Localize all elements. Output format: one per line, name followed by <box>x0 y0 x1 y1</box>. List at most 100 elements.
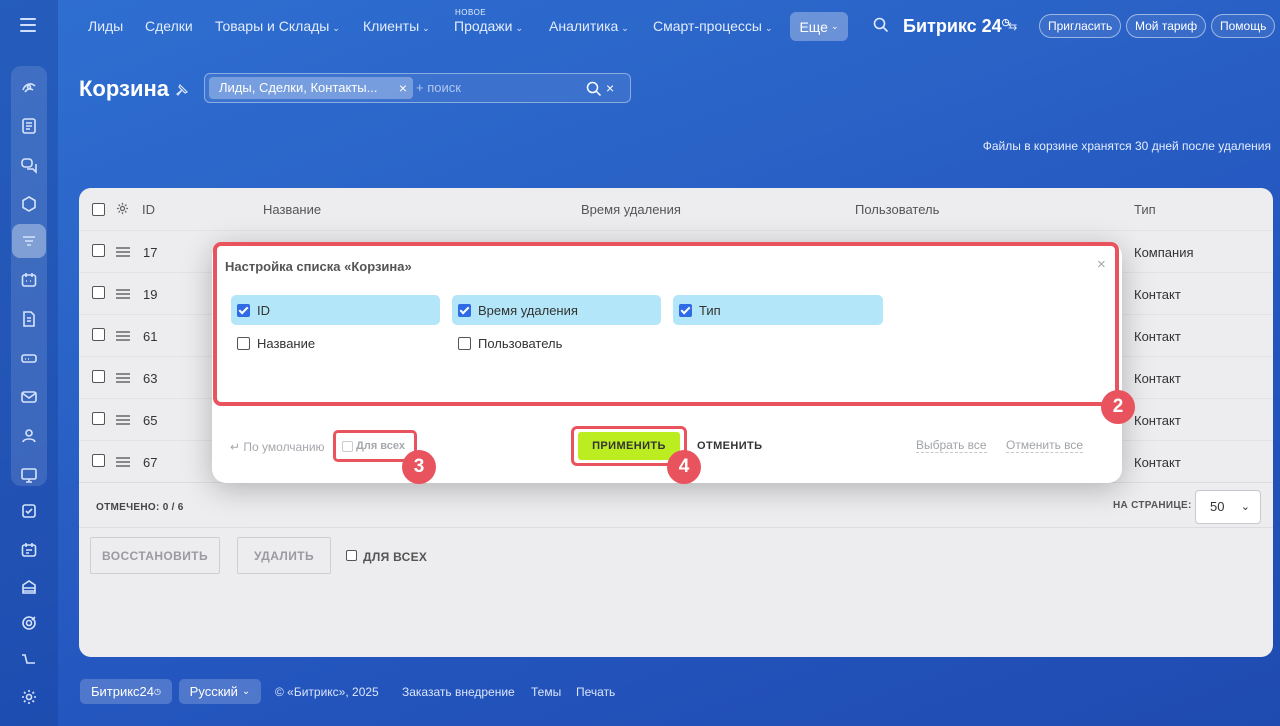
for-all-checkbox[interactable] <box>342 441 353 452</box>
search-icon[interactable] <box>586 81 602 97</box>
invite-button[interactable]: Пригласить <box>1039 14 1122 38</box>
language-select[interactable]: Русский ⌄ <box>179 679 261 704</box>
cube-icon[interactable] <box>12 187 46 221</box>
row-checkbox[interactable] <box>92 244 105 257</box>
storage-icon[interactable] <box>12 341 46 375</box>
row-checkbox[interactable] <box>92 328 105 341</box>
print-link[interactable]: Печать <box>576 685 615 699</box>
col-id[interactable]: ID <box>142 202 155 217</box>
tasks-icon[interactable] <box>12 494 46 528</box>
select-all-checkbox[interactable] <box>92 203 105 216</box>
row-checkbox[interactable] <box>92 454 105 467</box>
menu-icon[interactable] <box>20 18 36 32</box>
col-type[interactable]: Тип <box>1134 202 1156 217</box>
dialog-title: Настройка списка «Корзина» <box>225 259 412 274</box>
more-button[interactable]: Еще ⌄ <box>790 12 848 41</box>
col-user[interactable]: Пользователь <box>855 202 939 217</box>
order-link[interactable]: Заказать внедрение <box>402 685 515 699</box>
row-type: Контакт <box>1134 329 1181 344</box>
row-type: Контакт <box>1134 371 1181 386</box>
reset-default-button[interactable]: ↵ По умолчанию <box>230 440 325 454</box>
option-deleted-time[interactable]: Время удаления <box>452 295 661 325</box>
option-name[interactable]: Название <box>231 328 440 358</box>
new-badge: НОВОЕ <box>455 8 487 17</box>
drag-handle-icon[interactable] <box>116 373 130 383</box>
option-checkbox[interactable] <box>458 337 471 350</box>
top-nav: Лиды Сделки Товары и Склады ⌄ Клиенты ⌄ НО… <box>58 0 1280 54</box>
unselect-all-link[interactable]: Отменить все <box>1006 438 1084 453</box>
nav-analytics-label: Аналитика <box>549 18 619 34</box>
option-id[interactable]: ID <box>231 295 440 325</box>
cancel-button[interactable]: ОТМЕНИТЬ <box>697 440 762 452</box>
settings-icon[interactable] <box>12 680 46 714</box>
for-all-checkbox[interactable] <box>346 550 357 561</box>
nav-goods[interactable]: Товары и Склады ⌄ <box>215 18 340 34</box>
themes-link[interactable]: Темы <box>531 685 561 699</box>
option-type[interactable]: Тип <box>673 295 883 325</box>
option-checkbox[interactable] <box>237 337 250 350</box>
drag-handle-icon[interactable] <box>116 331 130 341</box>
mail-icon[interactable] <box>12 380 46 414</box>
option-checkbox[interactable] <box>237 304 250 317</box>
apply-button[interactable]: ПРИМЕНИТЬ <box>578 432 680 460</box>
row-id: 17 <box>143 245 158 260</box>
option-label: Тип <box>699 303 721 318</box>
shop-icon[interactable] <box>12 570 46 604</box>
col-deleted-time[interactable]: Время удаления <box>581 202 681 217</box>
drag-handle-icon[interactable] <box>116 457 130 467</box>
help-button[interactable]: Помощь <box>1211 14 1276 38</box>
news-icon[interactable] <box>12 109 46 143</box>
gear-icon[interactable] <box>116 202 129 215</box>
for-all-label: ДЛЯ ВСЕХ <box>363 550 428 564</box>
nav-analytics[interactable]: Аналитика ⌄ <box>549 18 629 34</box>
close-icon[interactable]: × <box>1097 256 1106 273</box>
drag-handle-icon[interactable] <box>116 415 130 425</box>
nav-deals[interactable]: Сделки <box>145 18 193 34</box>
chevron-down-icon: ⌄ <box>515 23 524 33</box>
document-icon[interactable] <box>12 302 46 336</box>
step-4-marker: 4 <box>667 450 701 484</box>
calendar-icon[interactable] <box>12 263 46 297</box>
restore-button[interactable]: ВОССТАНОВИТЬ <box>90 537 220 574</box>
row-checkbox[interactable] <box>92 370 105 383</box>
contacts-icon[interactable] <box>12 419 46 453</box>
settings-toggle-icon[interactable]: ⇆ <box>1008 20 1017 33</box>
select-all-link[interactable]: Выбрать все <box>916 438 987 453</box>
chat-icon[interactable] <box>12 148 46 182</box>
tariff-button[interactable]: Мой тариф <box>1126 14 1207 38</box>
feed-icon[interactable] <box>12 70 46 104</box>
page-title: Корзина <box>79 76 169 101</box>
row-checkbox[interactable] <box>92 412 105 425</box>
filter-bar[interactable]: Лиды, Сделки, Контакты... × + поиск × <box>204 73 631 103</box>
crm-icon[interactable] <box>12 224 46 258</box>
footer-brand-button[interactable]: Битрикс24 ◷ <box>80 679 172 704</box>
per-page-select[interactable]: 50 ⌄ <box>1195 490 1261 524</box>
chevron-down-icon: ⌄ <box>764 23 773 33</box>
delete-button[interactable]: УДАЛИТЬ <box>237 537 331 574</box>
schedule-icon[interactable] <box>12 533 46 567</box>
nav-sales[interactable]: Продажи ⌄ <box>454 18 523 34</box>
clear-icon[interactable]: × <box>606 80 614 96</box>
drag-handle-icon[interactable] <box>116 247 130 257</box>
target-icon[interactable] <box>12 606 46 640</box>
col-name[interactable]: Название <box>263 202 321 217</box>
search-icon[interactable] <box>873 17 889 33</box>
row-checkbox[interactable] <box>92 286 105 299</box>
chevron-down-icon: ⌄ <box>241 686 251 697</box>
pin-icon[interactable] <box>175 83 189 97</box>
filter-chip[interactable]: Лиды, Сделки, Контакты... × <box>209 77 413 99</box>
row-type: Контакт <box>1134 455 1181 470</box>
nav-clients[interactable]: Клиенты ⌄ <box>363 18 430 34</box>
close-icon[interactable]: × <box>399 77 407 99</box>
option-checkbox[interactable] <box>458 304 471 317</box>
board-icon[interactable] <box>12 458 46 492</box>
drag-handle-icon[interactable] <box>116 289 130 299</box>
nav-smart[interactable]: Смарт-процессы ⌄ <box>653 18 772 34</box>
chevron-down-icon: ⌄ <box>830 21 839 31</box>
marked-count: ОТМЕЧЕНО: 0 / 6 <box>96 502 184 513</box>
option-checkbox[interactable] <box>679 304 692 317</box>
nav-leads[interactable]: Лиды <box>88 18 123 34</box>
cart-icon[interactable] <box>12 643 46 677</box>
option-user[interactable]: Пользователь <box>452 328 661 358</box>
search-input[interactable]: + поиск <box>416 80 461 95</box>
